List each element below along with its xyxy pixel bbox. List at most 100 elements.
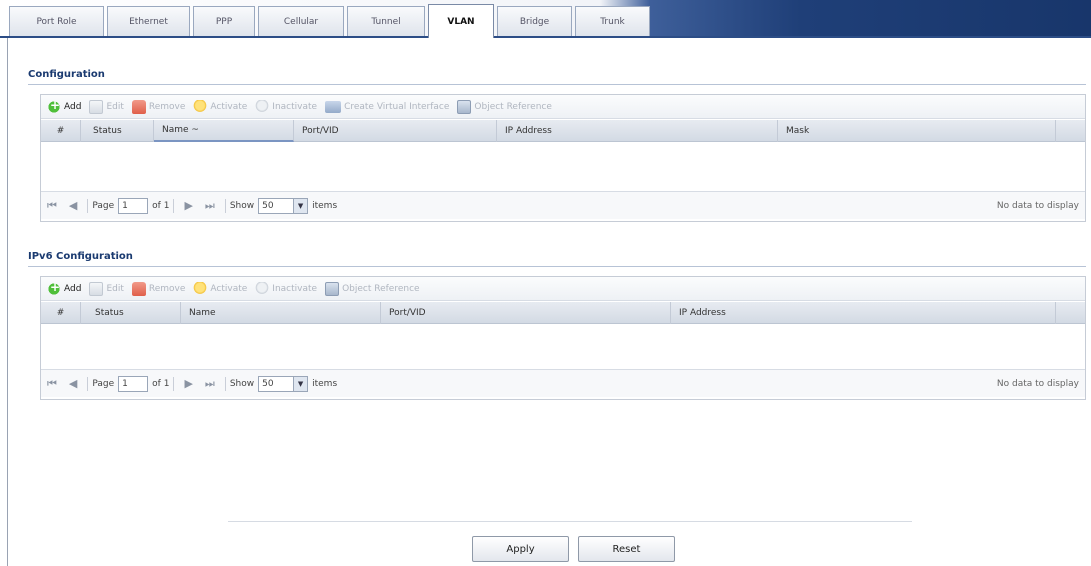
ipv6-inactivate-button[interactable]: Inactivate (255, 281, 318, 296)
chevron-down-icon[interactable]: ▼ (293, 376, 308, 391)
config-remove-button[interactable]: Remove (131, 99, 186, 114)
col-port-vid[interactable]: Port/VID (381, 302, 671, 324)
remove-icon (131, 99, 146, 114)
remove-label: Remove (148, 101, 186, 112)
col-name[interactable]: Name ~ (154, 120, 294, 142)
tab-port-role[interactable]: Port Role (9, 6, 104, 36)
items-label: items (312, 200, 338, 211)
page-input[interactable]: 1 (118, 375, 149, 392)
items-label: items (312, 378, 338, 389)
tab-tunnel[interactable]: Tunnel (347, 6, 425, 36)
network-interface-icon (325, 100, 342, 113)
show-label: Show (229, 200, 255, 211)
prev-page-icon[interactable]: ◀ (69, 377, 77, 390)
ipv6-table-header: # Status Name Port/VID IP Address (41, 302, 1085, 324)
reset-button[interactable]: Reset (578, 536, 675, 562)
page-size-value: 50 (262, 200, 274, 211)
edit-icon (89, 99, 104, 114)
ipv6-activate-button[interactable]: Activate (193, 281, 248, 296)
content-border (7, 38, 8, 566)
pager-separator (224, 198, 226, 213)
last-page-icon[interactable]: ⏭ (205, 377, 215, 391)
col-menu[interactable] (1056, 302, 1085, 324)
config-edit-button[interactable]: Edit (89, 99, 124, 114)
pager-separator (173, 376, 175, 391)
first-page-icon[interactable]: ⏮ (47, 377, 57, 391)
ipv6-add-button[interactable]: Add (47, 280, 82, 296)
col-status[interactable]: Status (81, 302, 181, 324)
activate-label: Activate (210, 283, 248, 294)
no-data-text: No data to display (996, 378, 1079, 389)
inactivate-label: Inactivate (272, 283, 318, 294)
show-label: Show (229, 378, 255, 389)
pager-separator (173, 198, 175, 213)
add-icon (47, 98, 61, 114)
pager-separator (224, 376, 226, 391)
config-section-rule (28, 84, 1086, 85)
add-icon (47, 280, 61, 296)
col-ip-address[interactable]: IP Address (671, 302, 1056, 324)
activate-label: Activate (210, 101, 248, 112)
page-size-select[interactable]: 50 ▼ (258, 197, 309, 214)
footer-divider (228, 521, 912, 522)
config-toolbar: Add Edit Remove Activate Inactivate Crea… (41, 95, 1085, 119)
inactivate-label: Inactivate (272, 101, 318, 112)
page-input[interactable]: 1 (118, 197, 149, 214)
first-page-icon[interactable]: ⏮ (47, 199, 57, 213)
page-size-value: 50 (262, 378, 274, 389)
add-label: Add (64, 101, 82, 112)
lightbulb-on-icon (193, 281, 208, 296)
config-create-virtual-button[interactable]: Create Virtual Interface (325, 100, 449, 113)
ipv6-pager: ⏮ ◀ Page 1 of 1 ▶ ⏭ Show 50 ▼ items No da… (41, 369, 1085, 397)
config-activate-button[interactable]: Activate (193, 99, 248, 114)
config-inactivate-button[interactable]: Inactivate (255, 99, 318, 114)
page-size-select[interactable]: 50 ▼ (258, 375, 309, 392)
tab-ppp[interactable]: PPP (193, 6, 255, 36)
tab-trunk[interactable]: Trunk (575, 6, 650, 36)
tab-vlan[interactable]: VLAN (428, 4, 494, 38)
last-page-icon[interactable]: ⏭ (205, 199, 215, 213)
col-menu[interactable] (1056, 120, 1085, 142)
ipv6-object-reference-button[interactable]: Object Reference (325, 281, 420, 296)
ipv6-toolbar: Add Edit Remove Activate Inactivate Obje… (41, 277, 1085, 301)
col-name[interactable]: Name (181, 302, 381, 324)
apply-button[interactable]: Apply (472, 536, 569, 562)
ipv6-edit-button[interactable]: Edit (89, 281, 124, 296)
lightbulb-on-icon (193, 99, 208, 114)
remove-icon (131, 281, 146, 296)
tab-cellular[interactable]: Cellular (258, 6, 344, 36)
ipv6-remove-button[interactable]: Remove (131, 281, 186, 296)
object-reference-label: Object Reference (342, 283, 420, 294)
col-index[interactable]: # (41, 120, 81, 142)
page-label: Page (92, 200, 115, 211)
config-table-header: # Status Name ~ Port/VID IP Address Mask (41, 120, 1085, 142)
ipv6-section-rule (28, 266, 1086, 267)
col-mask[interactable]: Mask (778, 120, 1056, 142)
lightbulb-off-icon (255, 281, 270, 296)
edit-label: Edit (106, 283, 124, 294)
remove-label: Remove (148, 283, 186, 294)
col-status[interactable]: Status (81, 120, 154, 142)
object-reference-icon (457, 99, 472, 114)
col-ip-address[interactable]: IP Address (497, 120, 778, 142)
tab-ethernet[interactable]: Ethernet (107, 6, 190, 36)
lightbulb-off-icon (255, 99, 270, 114)
tab-bridge[interactable]: Bridge (497, 6, 572, 36)
object-reference-label: Object Reference (474, 101, 552, 112)
chevron-down-icon[interactable]: ▼ (293, 198, 308, 213)
config-object-reference-button[interactable]: Object Reference (457, 99, 552, 114)
edit-icon (89, 281, 104, 296)
page-of-label: of 1 (152, 378, 170, 389)
next-page-icon[interactable]: ▶ (184, 377, 192, 390)
add-label: Add (64, 283, 82, 294)
ipv6-section-title: IPv6 Configuration (28, 251, 133, 262)
prev-page-icon[interactable]: ◀ (69, 199, 77, 212)
ipv6-table-panel: Add Edit Remove Activate Inactivate Obje… (40, 276, 1086, 400)
config-add-button[interactable]: Add (47, 98, 82, 114)
no-data-text: No data to display (996, 200, 1079, 211)
col-index[interactable]: # (41, 302, 81, 324)
col-port-vid[interactable]: Port/VID (294, 120, 497, 142)
config-table-panel: Add Edit Remove Activate Inactivate Crea… (40, 94, 1086, 222)
next-page-icon[interactable]: ▶ (184, 199, 192, 212)
page-of-label: of 1 (152, 200, 170, 211)
